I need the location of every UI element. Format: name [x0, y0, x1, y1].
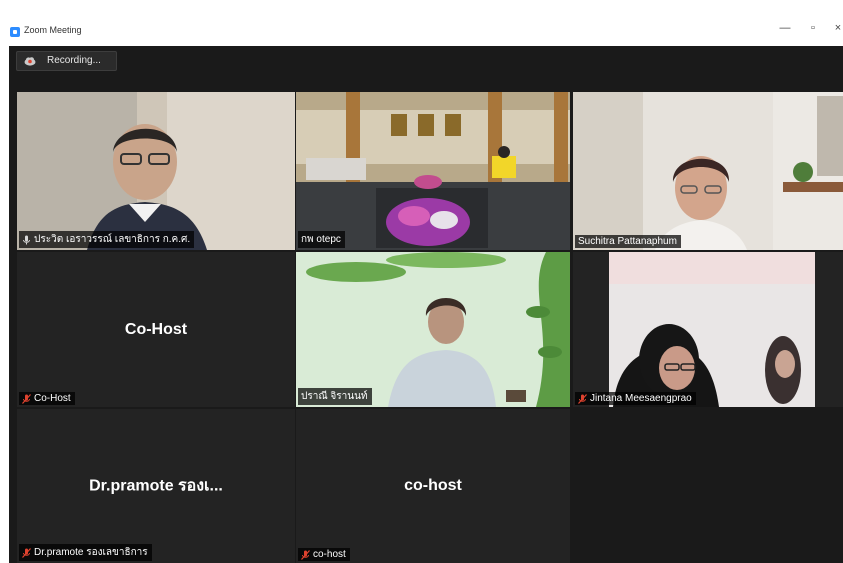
participant-display-name: Dr.pramote รองเ... — [89, 477, 223, 495]
participant-display-name: co-host — [404, 477, 462, 494]
participant-display-name: Co-Host — [124, 320, 188, 338]
participant-name: co-host — [313, 549, 346, 560]
participant-tile-7[interactable]: Dr.pramote รองเ... Dr.pramote รองเลขาธิก… — [17, 409, 295, 563]
meeting-video-area: Recording... ประวิต เอราวรรณ์ เลขาธิการ … — [9, 46, 843, 563]
participant-name: Suchitra Pattanaphum — [578, 236, 677, 247]
zoom-app-icon — [10, 27, 20, 37]
participant-name: กพ otepc — [301, 234, 341, 245]
participant-name-tag: co-host — [298, 548, 350, 561]
participant-tile-4[interactable]: Co-Host Co-Host — [17, 252, 295, 407]
minimize-button[interactable]: — — [777, 22, 793, 34]
muted-microphone-icon — [578, 393, 587, 404]
muted-microphone-icon — [22, 393, 31, 404]
participant-tile-5[interactable]: ปราณี จิรานนท์ — [296, 252, 570, 407]
cloud-recording-icon — [24, 57, 36, 66]
participant-video-feed — [17, 92, 295, 250]
participant-name-tag: Co-Host — [19, 392, 75, 405]
participant-name-tag: กพ otepc — [298, 231, 345, 248]
participant-name: ประวิต เอราวรรณ์ เลขาธิการ ก.ค.ศ. — [34, 234, 191, 245]
participant-name-tag: ปราณี จิรานนท์ — [298, 388, 372, 405]
participant-name-tag: Dr.pramote รองเลขาธิการ — [19, 544, 152, 561]
participant-name: Jintana Meesaengprao — [590, 393, 692, 404]
window-title: Zoom Meeting — [24, 25, 82, 35]
participant-name: Co-Host — [34, 393, 71, 404]
participant-video-feed — [573, 92, 843, 250]
participant-name-tag: ประวิต เอราวรรณ์ เลขาธิการ ก.ค.ศ. — [19, 231, 195, 248]
participant-name: Dr.pramote รองเลขาธิการ — [34, 547, 148, 558]
participant-name-tag: Suchitra Pattanaphum — [575, 235, 681, 248]
participant-name: ปราณี จิรานนท์ — [301, 391, 368, 402]
close-button[interactable]: × — [830, 22, 843, 34]
participant-name-tag: Jintana Meesaengprao — [575, 392, 696, 405]
recording-label: Recording... — [47, 55, 101, 66]
participant-tile-3[interactable]: Suchitra Pattanaphum — [573, 92, 843, 250]
participant-video-feed — [296, 92, 570, 250]
participant-tile-6[interactable]: Jintana Meesaengprao — [573, 252, 843, 407]
maximize-button[interactable]: ▫ — [805, 22, 821, 34]
participant-video-feed — [296, 252, 570, 407]
microphone-icon — [23, 235, 30, 244]
recording-indicator[interactable]: Recording... — [16, 51, 117, 71]
participant-tile-2[interactable]: กพ otepc — [296, 92, 570, 250]
title-bar: Zoom Meeting — ▫ × — [0, 18, 843, 46]
participant-tile-8[interactable]: co-host co-host — [296, 409, 570, 563]
participant-video-feed — [573, 252, 843, 407]
muted-microphone-icon — [22, 547, 31, 558]
participant-tile-1[interactable]: ประวิต เอราวรรณ์ เลขาธิการ ก.ค.ศ. — [17, 92, 295, 250]
muted-microphone-icon — [301, 549, 310, 560]
